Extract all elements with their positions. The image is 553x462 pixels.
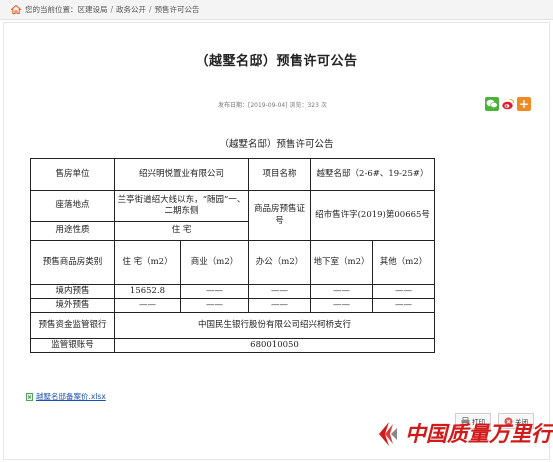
breadcrumb-link-public-affairs[interactable]: 政务公开 (116, 4, 146, 15)
watermark-logo: 中国质量万里行 (375, 417, 553, 449)
table-cell: —— (179, 283, 250, 300)
location-value: 兰亭街道绍大线以东，“随园”一、二期东侧 (113, 190, 250, 222)
table-row: 座落地点 兰亭街道绍大线以东，“随园”一、二期东侧 商品房预售证号 绍市售许字(… (30, 190, 436, 241)
table-row: 售房单位 绍兴明悦置业有限公司 项目名称 越墅名邸（2-6#、19-25#） (30, 158, 436, 191)
category-office: 办公（m2） (248, 240, 312, 285)
breadcrumb-bar: 您的当前位置： 区建设局 / 政务公开 / 预售许可公告 (0, 0, 553, 20)
weibo-icon[interactable] (501, 97, 515, 111)
category-label: 预售商品房类别 (30, 240, 115, 285)
table-cell: —— (248, 298, 312, 314)
supervising-bank-value: 中国民生银行股份有限公司绍兴柯桥支行 (113, 312, 436, 340)
home-icon[interactable] (11, 5, 21, 14)
breadcrumb-separator: / (149, 5, 152, 14)
table-cell: —— (372, 298, 436, 314)
domestic-presale-label: 境内预售 (30, 283, 115, 300)
table-cell: —— (114, 298, 181, 314)
table-row: 预售商品房类别 住 宅（m2） 商业（m2） 办公（m2） 地下室（m2） 其他… (30, 240, 436, 285)
cert-label: 商品房预售证号 (248, 190, 312, 241)
category-commercial: 商业（m2） (179, 240, 250, 285)
table-cell: —— (372, 283, 436, 300)
location-label: 座落地点 (30, 190, 115, 222)
share-bar: + (485, 97, 531, 111)
page-title: （越墅名邸）预售许可公告 (195, 54, 358, 69)
breadcrumb-separator: / (110, 5, 114, 14)
table-cell: —— (310, 283, 374, 300)
table-row: 境外预售 —— —— —— —— —— (30, 298, 436, 314)
cert-value: 绍市售许字(2019)第00665号 (310, 190, 436, 241)
seller-value: 绍兴明悦置业有限公司 (113, 158, 250, 191)
table-row: 预售资金监管银行 中国民生银行股份有限公司绍兴柯桥支行 (30, 312, 436, 340)
table-cell: —— (179, 298, 250, 314)
usage-label: 用途性质 (30, 221, 115, 241)
bank-account-label: 监管银账号 (30, 338, 115, 354)
project-label: 项目名称 (248, 158, 312, 191)
watermark-text: 中国质量万里行 (405, 421, 552, 446)
more-share-icon[interactable]: + (517, 97, 531, 111)
attachment-link[interactable]: 越墅名邸备案价.xlsx (36, 391, 106, 402)
table-cell: 15652.8 (114, 283, 181, 300)
breadcrumb-link-bureau[interactable]: 区建设局 (78, 4, 108, 15)
bank-account-value: 680010050 (113, 338, 436, 354)
wechat-icon[interactable] (485, 97, 499, 111)
quality-logo-icon (379, 422, 397, 446)
document-title: （越墅名邸）预售许可公告 (219, 139, 334, 150)
publish-meta: 发布日期：[2019-09-04] 浏览：323 次 (218, 102, 327, 109)
table-cell: —— (248, 283, 312, 300)
category-residential: 住 宅（m2） (114, 240, 181, 285)
table-cell: —— (310, 298, 374, 314)
seller-label: 售房单位 (30, 158, 115, 191)
overseas-presale-label: 境外预售 (30, 298, 115, 314)
attachment: 越墅名邸备案价.xlsx (26, 391, 106, 402)
category-other: 其他（m2） (372, 240, 436, 285)
presale-permit-table: 售房单位 绍兴明悦置业有限公司 项目名称 越墅名邸（2-6#、19-25#） 座… (30, 158, 436, 354)
category-basement: 地下室（m2） (310, 240, 374, 285)
usage-value: 住 宅 (113, 221, 250, 241)
breadcrumb-link-presale-notice[interactable]: 预售许可公告 (155, 4, 200, 15)
breadcrumb-prefix: 您的当前位置： (25, 5, 78, 14)
project-value: 越墅名邸（2-6#、19-25#） (310, 158, 436, 191)
excel-file-icon (26, 392, 33, 401)
supervising-bank-label: 预售资金监管银行 (30, 312, 115, 340)
table-row: 监管银账号 680010050 (30, 338, 436, 354)
table-row: 境内预售 15652.8 —— —— —— —— (30, 283, 436, 300)
